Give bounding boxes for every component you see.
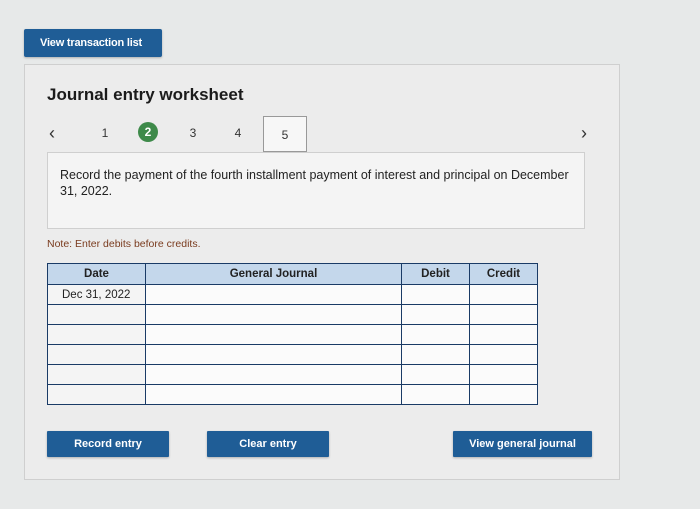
debit-input[interactable] xyxy=(401,344,470,365)
date-cell xyxy=(47,304,146,325)
step-3[interactable]: 3 xyxy=(183,126,203,140)
debit-header: Debit xyxy=(401,263,470,285)
debit-input[interactable] xyxy=(401,324,470,345)
account-input[interactable] xyxy=(145,324,402,345)
credit-input[interactable] xyxy=(469,344,538,365)
credit-input[interactable] xyxy=(469,384,538,405)
journal-table: Date General Journal Debit Credit Dec 31… xyxy=(47,263,538,405)
date-header: Date xyxy=(47,263,146,285)
journal-entry-panel: Journal entry worksheet ‹ 1 2 3 4 5 › Re… xyxy=(24,64,620,480)
chevron-left-icon[interactable]: ‹ xyxy=(49,124,55,142)
date-cell xyxy=(47,344,146,365)
credit-header: Credit xyxy=(469,263,538,285)
table-row xyxy=(47,304,538,325)
table-row xyxy=(47,384,538,405)
table-row xyxy=(47,344,538,365)
credit-input[interactable] xyxy=(469,364,538,385)
view-transaction-list-button[interactable]: View transaction list xyxy=(24,29,162,57)
table-row: Dec 31, 2022 xyxy=(47,284,538,305)
table-row xyxy=(47,364,538,385)
account-input[interactable] xyxy=(145,284,402,305)
date-cell: Dec 31, 2022 xyxy=(47,284,146,305)
step-4[interactable]: 4 xyxy=(228,126,248,140)
account-input[interactable] xyxy=(145,344,402,365)
clear-entry-button[interactable]: Clear entry xyxy=(207,431,329,457)
debit-input[interactable] xyxy=(401,304,470,325)
table-row xyxy=(47,324,538,345)
credit-input[interactable] xyxy=(469,304,538,325)
step-5-selected[interactable]: 5 xyxy=(263,116,307,152)
date-cell xyxy=(47,324,146,345)
worksheet-title: Journal entry worksheet xyxy=(47,85,244,104)
credit-input[interactable] xyxy=(469,324,538,345)
step-2-active[interactable]: 2 xyxy=(138,122,158,142)
debit-input[interactable] xyxy=(401,284,470,305)
view-general-journal-button[interactable]: View general journal xyxy=(453,431,592,457)
step-1[interactable]: 1 xyxy=(95,126,115,140)
date-cell xyxy=(47,364,146,385)
debit-credit-note: Note: Enter debits before credits. xyxy=(47,238,201,250)
account-input[interactable] xyxy=(145,384,402,405)
debit-input[interactable] xyxy=(401,364,470,385)
record-entry-button[interactable]: Record entry xyxy=(47,431,169,457)
account-input[interactable] xyxy=(145,364,402,385)
credit-input[interactable] xyxy=(469,284,538,305)
step-navigation: ‹ 1 2 3 4 5 › xyxy=(25,114,621,154)
chevron-right-icon[interactable]: › xyxy=(581,124,587,142)
date-cell xyxy=(47,384,146,405)
general-journal-header: General Journal xyxy=(145,263,402,285)
debit-input[interactable] xyxy=(401,384,470,405)
account-input[interactable] xyxy=(145,304,402,325)
instruction-text: Record the payment of the fourth install… xyxy=(47,152,585,229)
